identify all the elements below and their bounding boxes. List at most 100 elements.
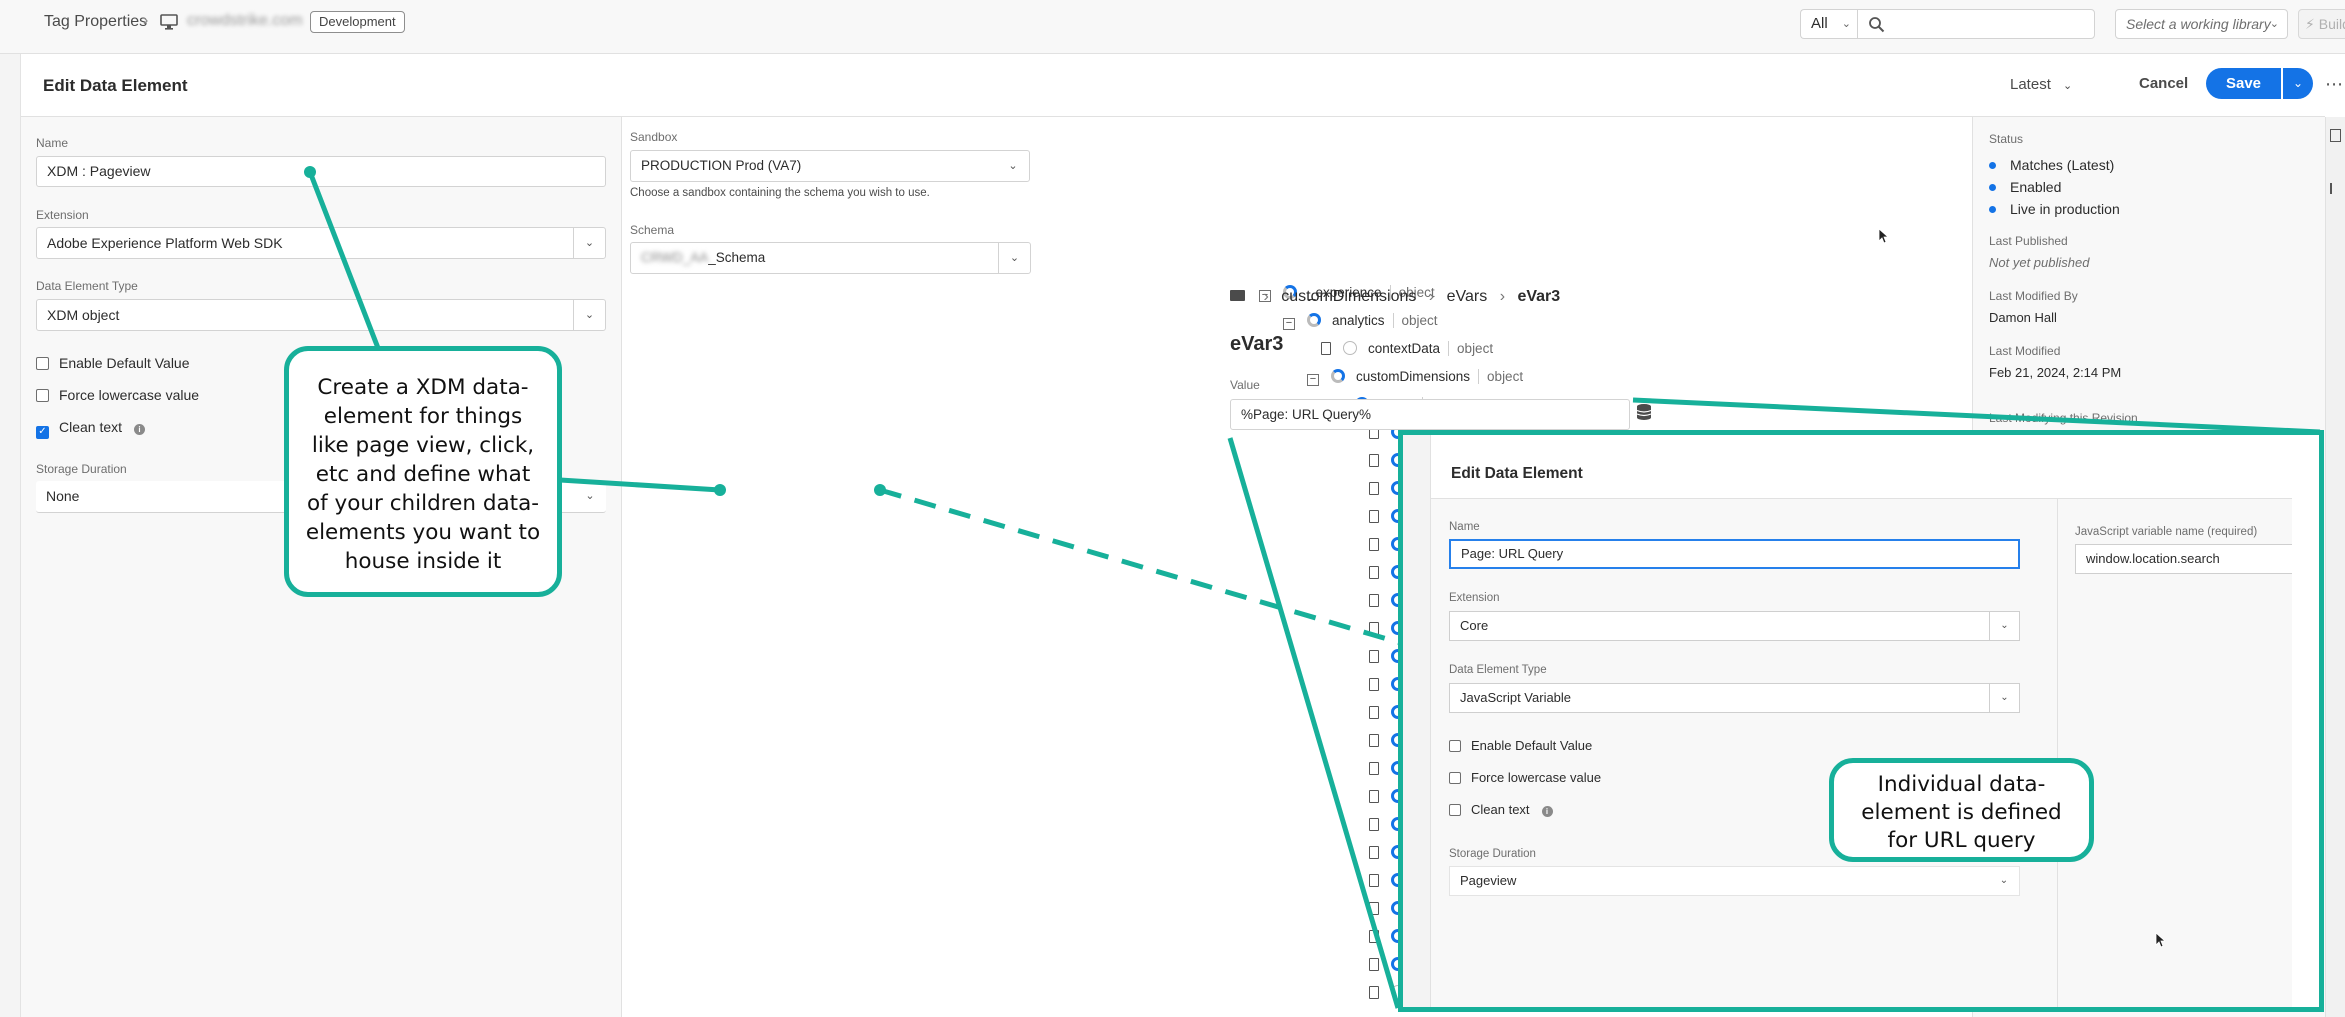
breadcrumb-tag-properties[interactable]: Tag Properties [44, 13, 147, 31]
field-icon [1369, 902, 1379, 915]
tree-row[interactable]: contextData object [1321, 336, 1494, 362]
breadcrumb-item-current: eVar3 [1517, 288, 1561, 305]
overlay-type-picker[interactable]: JavaScript Variable ⌄ [1449, 683, 2020, 713]
field-icon [1369, 678, 1379, 691]
last-published-value: Not yet published [1989, 255, 2090, 270]
chevron-down-icon[interactable]: ⌄ [997, 151, 1029, 181]
overlay-extension-picker[interactable]: Core ⌄ [1449, 611, 2020, 641]
breadcrumb-item[interactable]: customDimensions [1281, 288, 1416, 305]
panel-toggle-icon[interactable] [2330, 183, 2338, 194]
sandbox-value: PRODUCTION Prod (VA7) [641, 158, 802, 173]
status-text: Matches (Latest) [2010, 157, 2115, 173]
breadcrumb-separator: › [1263, 288, 1269, 305]
filter-select[interactable]: All ⌄ [1800, 9, 1857, 39]
checkbox-unchecked-icon[interactable] [36, 389, 49, 402]
overlay-name-label: Name [1449, 521, 1480, 533]
overlay-clean-text-checkbox[interactable]: Clean text i [1449, 802, 1553, 817]
revision-select[interactable]: Latest ⌄ [2010, 76, 2072, 93]
chevron-down-icon: ⌄ [2269, 18, 2279, 30]
sandbox-picker[interactable]: PRODUCTION Prod (VA7) ⌄ [630, 150, 1030, 182]
site-name[interactable]: crowdstrike.com [187, 12, 303, 30]
extension-value: Adobe Experience Platform Web SDK [47, 235, 283, 251]
status-text: Live in production [2010, 201, 2120, 217]
checkbox-unchecked-icon[interactable] [1449, 772, 1461, 784]
collapse-icon[interactable]: − [1283, 318, 1295, 330]
field-icon [1369, 510, 1379, 523]
chevron-down-icon[interactable]: ⌄ [1989, 867, 2019, 895]
sandbox-label: Sandbox [630, 130, 678, 144]
callout-xdm-object: Create a XDM data-element for things lik… [284, 346, 562, 597]
name-field[interactable]: XDM : Pageview [36, 156, 606, 187]
overlay-enable-default-checkbox[interactable]: Enable Default Value [1449, 738, 1592, 753]
overlay-storage-picker[interactable]: Pageview ⌄ [1449, 866, 2020, 896]
chevron-down-icon[interactable]: ⌄ [573, 228, 605, 258]
chevron-down-icon: ⌄ [2063, 80, 2073, 92]
tree-node[interactable]: analytics object [1329, 313, 1438, 328]
clean-text-checkbox[interactable]: ✓ Clean text i [36, 419, 146, 439]
chevron-down-icon[interactable]: ⌄ [574, 481, 606, 511]
overlay-extension-value: Core [1460, 618, 1489, 633]
cancel-button[interactable]: Cancel [2139, 75, 2188, 92]
info-icon[interactable]: i [1541, 806, 1553, 817]
status-matches: Matches (Latest) [1989, 157, 2114, 173]
name-label: Name [36, 136, 69, 150]
save-button[interactable]: Save [2206, 68, 2281, 99]
field-heading: eVar3 [1230, 333, 1284, 355]
enable-default-checkbox[interactable]: Enable Default Value [36, 355, 190, 371]
breadcrumb-item[interactable]: eVars [1447, 288, 1488, 305]
chevron-down-icon[interactable]: ⌄ [573, 300, 605, 330]
more-options-icon[interactable]: ⋯ [2325, 74, 2343, 95]
chevron-down-icon[interactable]: ⌄ [998, 243, 1030, 273]
last-modified-by-value: Damon Hall [1989, 310, 2057, 325]
tree-row[interactable]: − customDimensions object [1307, 364, 1524, 390]
field-icon [1369, 790, 1379, 803]
overlay-type-label: Data Element Type [1449, 664, 1547, 676]
checkbox-checked-icon[interactable]: ✓ [36, 426, 49, 439]
field-icon [1321, 342, 1331, 355]
search-input[interactable] [1857, 9, 2095, 39]
search-icon [1869, 17, 1885, 33]
data-element-type-picker[interactable]: XDM object ⌄ [36, 299, 606, 331]
overlay-js-var-field[interactable]: window.location.search [2075, 544, 2292, 574]
filter-select-value: All [1811, 15, 1828, 32]
schema-label: Schema [630, 223, 675, 237]
extension-picker[interactable]: Adobe Experience Platform Web SDK ⌄ [36, 227, 606, 259]
status-text: Enabled [2010, 179, 2062, 195]
tree-node[interactable]: contextData object [1365, 341, 1494, 356]
left-gutter [0, 54, 21, 1017]
chevron-down-icon[interactable]: ⌄ [1989, 684, 2019, 712]
working-library-select[interactable]: Select a working library ⌄ [2115, 9, 2288, 39]
checkbox-unchecked-icon[interactable] [1449, 804, 1461, 816]
save-options-chevron-icon[interactable]: ⌄ [2283, 68, 2313, 99]
field-icon [1369, 734, 1379, 747]
breadcrumb-separator: › [143, 12, 149, 29]
tree-node[interactable]: customDimensions object [1353, 369, 1524, 384]
overlay-force-lowercase-checkbox[interactable]: Force lowercase value [1449, 770, 1601, 785]
force-lowercase-checkbox[interactable]: Force lowercase value [36, 387, 199, 403]
last-modified-label: Last Modified [1989, 344, 2061, 358]
build-button[interactable]: ⚡ Build [2298, 9, 2345, 39]
tree-node-type: object [1392, 313, 1438, 328]
folder-icon [1230, 290, 1245, 301]
field-icon [1369, 566, 1379, 579]
status-label: Status [1989, 132, 2024, 146]
schema-picker[interactable]: CRWD_AA_Schema ⌄ [630, 242, 1031, 274]
panel-toggle-icon[interactable] [2330, 129, 2341, 142]
field-icon [1369, 622, 1379, 635]
data-element-picker-icon[interactable] [1636, 403, 1652, 421]
revision-label: Last Modifying this Revision [1989, 411, 2138, 425]
data-element-type-value: XDM object [47, 307, 120, 323]
field-icon [1369, 930, 1379, 943]
value-label: Value [1230, 378, 1260, 392]
checkbox-unchecked-icon[interactable] [1449, 740, 1461, 752]
top-bar: Tag Properties › crowdstrike.com Develop… [0, 0, 2345, 54]
field-icon [1369, 762, 1379, 775]
chevron-down-icon[interactable]: ⌄ [1989, 612, 2019, 640]
overlay-name-field[interactable]: Page: URL Query [1449, 539, 2020, 569]
value-field[interactable]: %Page: URL Query% [1230, 399, 1630, 430]
info-icon[interactable]: i [134, 424, 146, 435]
tree-row[interactable]: − analytics object [1283, 308, 1438, 334]
collapse-icon[interactable]: − [1307, 374, 1319, 386]
checkbox-unchecked-icon[interactable] [36, 357, 49, 370]
overlay-edge [2292, 499, 2319, 1007]
